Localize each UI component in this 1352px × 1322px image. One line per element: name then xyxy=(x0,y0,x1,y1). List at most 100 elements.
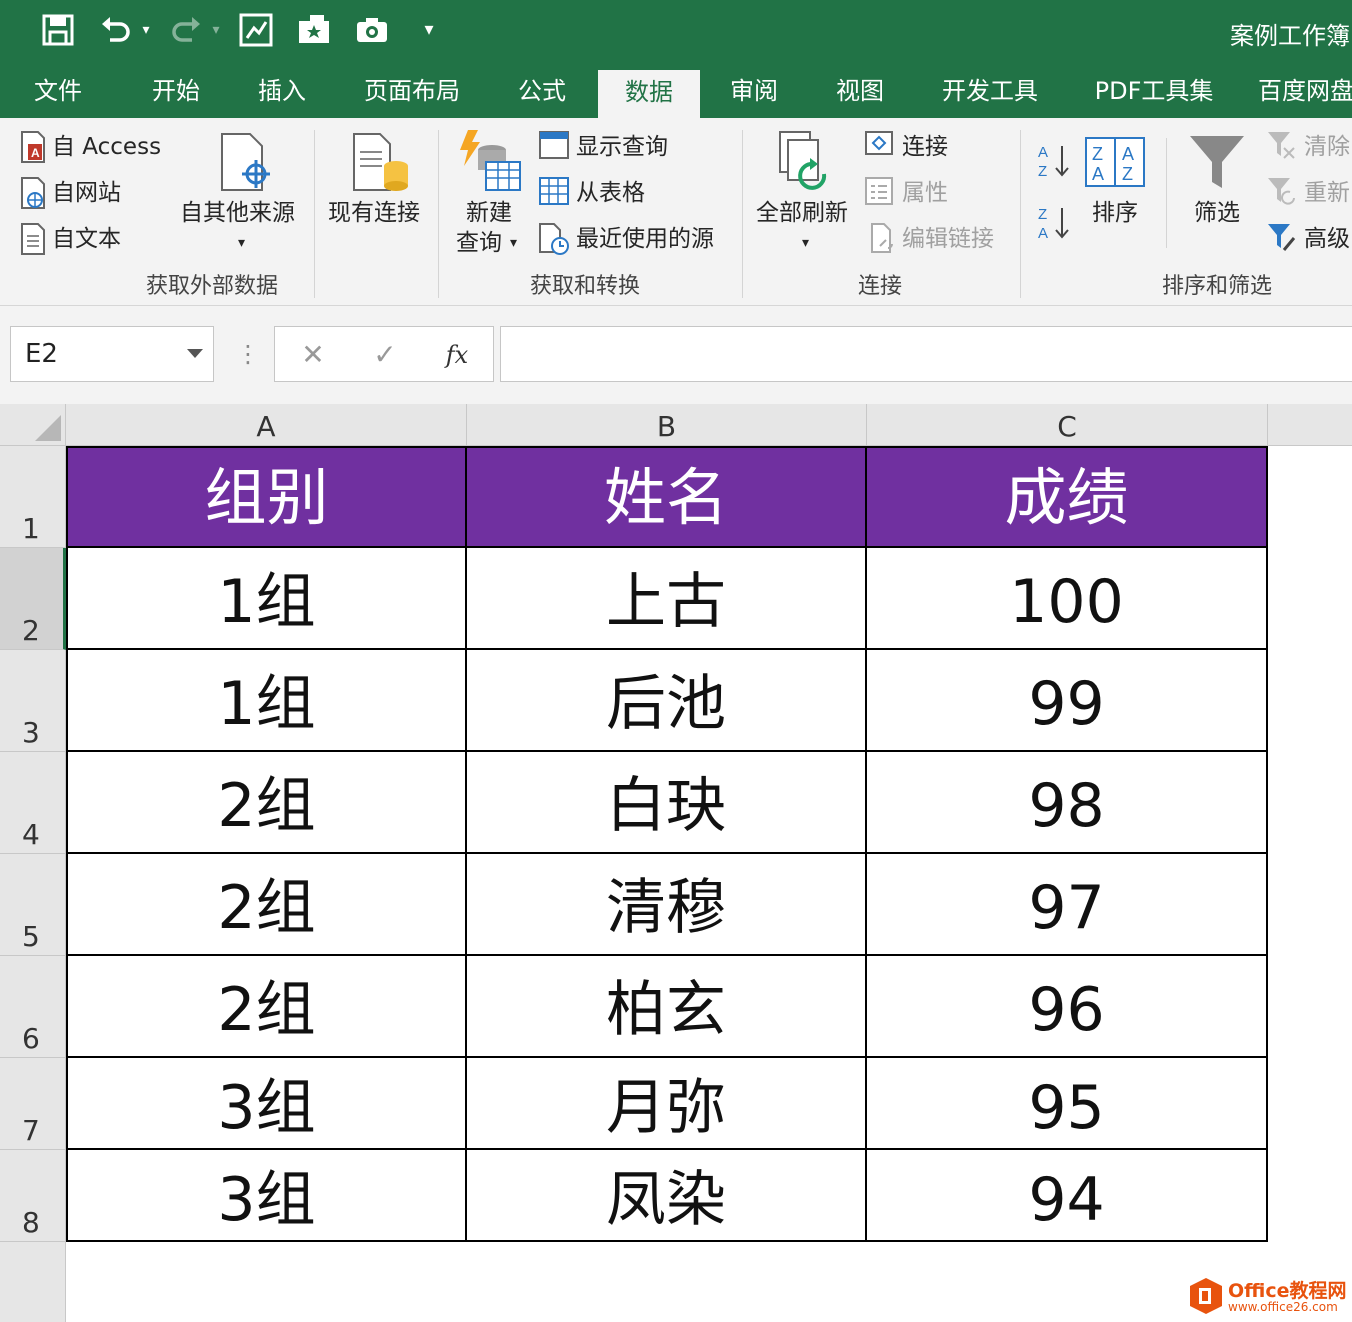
reapply-button[interactable]: 重新 xyxy=(1304,178,1350,208)
cell-a7[interactable]: 3组 xyxy=(68,1058,467,1150)
cell-c8[interactable]: 94 xyxy=(867,1150,1268,1242)
row-header-6[interactable]: 6 xyxy=(0,956,66,1058)
sort-button[interactable]: 排序 xyxy=(1092,198,1138,228)
sort-ascending-icon[interactable]: AZ xyxy=(1036,142,1072,180)
row-header-3[interactable]: 3 xyxy=(0,650,66,752)
from-text-button[interactable]: 自文本 xyxy=(52,224,121,254)
insert-function-icon[interactable]: fx xyxy=(427,327,487,383)
sort-descending-icon[interactable]: ZA xyxy=(1036,204,1072,242)
tab-data[interactable]: 数据 xyxy=(598,70,700,118)
form-icon[interactable] xyxy=(296,12,332,48)
cell-a5[interactable]: 2组 xyxy=(68,854,467,956)
group-label-sort-filter: 排序和筛选 xyxy=(1162,274,1273,299)
customize-qat-icon[interactable]: ▾ xyxy=(418,12,440,48)
row-number: 2 xyxy=(22,614,40,647)
edit-links-button[interactable]: 编辑链接 xyxy=(902,224,994,254)
refresh-all-button[interactable]: 全部刷新 xyxy=(756,198,848,228)
from-access-button[interactable]: 自 Access xyxy=(52,132,161,162)
cell-a2[interactable]: 1组 xyxy=(68,548,467,650)
tab-view[interactable]: 视图 xyxy=(820,64,900,118)
tab-home[interactable]: 开始 xyxy=(136,64,216,118)
cell-c4[interactable]: 98 xyxy=(867,752,1268,854)
cell-a6[interactable]: 2组 xyxy=(68,956,467,1058)
row-header-8[interactable]: 8 xyxy=(0,1150,66,1242)
from-other-sources-button[interactable]: 自其他来源 xyxy=(180,198,295,228)
formula-input[interactable] xyxy=(500,326,1352,382)
column-header-d[interactable] xyxy=(1268,404,1352,446)
column-header-a[interactable]: A xyxy=(66,404,467,446)
name-box[interactable]: E2 xyxy=(10,326,214,382)
properties-button[interactable]: 属性 xyxy=(902,178,948,208)
other-sources-dropdown-icon[interactable]: ▾ xyxy=(238,228,245,258)
clear-filter-button[interactable]: 清除 xyxy=(1304,132,1350,162)
cell-a8[interactable]: 3组 xyxy=(68,1150,467,1242)
enter-icon[interactable]: ✓ xyxy=(355,327,415,383)
row-header-9[interactable] xyxy=(0,1242,66,1322)
refresh-all-dropdown-icon[interactable]: ▾ xyxy=(802,228,809,258)
svg-text:A: A xyxy=(1038,225,1048,242)
redo-dropdown-icon[interactable]: ▾ xyxy=(208,12,224,48)
undo-dropdown-icon[interactable]: ▾ xyxy=(138,12,154,48)
tab-developer[interactable]: 开发工具 xyxy=(930,64,1050,118)
show-queries-button[interactable]: 显示查询 xyxy=(576,132,668,162)
select-all-button[interactable] xyxy=(0,404,66,446)
row-header-5[interactable]: 5 xyxy=(0,854,66,956)
new-query-button[interactable]: 新建 xyxy=(466,198,512,228)
new-query-dropdown-icon[interactable]: ▾ xyxy=(510,228,517,258)
column-header-c[interactable]: C xyxy=(867,404,1268,446)
connections-button[interactable]: 连接 xyxy=(902,132,948,162)
tab-pdf-tools[interactable]: PDF工具集 xyxy=(1082,64,1226,118)
row-header-7[interactable]: 7 xyxy=(0,1058,66,1150)
cell-c7[interactable]: 95 xyxy=(867,1058,1268,1150)
cell-a3[interactable]: 1组 xyxy=(68,650,467,752)
header-cell-group[interactable]: 组别 xyxy=(68,448,467,548)
header-cell-score[interactable]: 成绩 xyxy=(867,448,1268,548)
undo-icon[interactable] xyxy=(98,12,134,48)
cancel-icon[interactable]: ✕ xyxy=(283,327,343,383)
new-query-button-line2[interactable]: 查询 xyxy=(456,228,502,258)
chart-icon[interactable] xyxy=(238,12,274,48)
cell-b3[interactable]: 后池 xyxy=(467,650,867,752)
name-box-dropdown-icon[interactable] xyxy=(187,349,203,358)
save-icon[interactable] xyxy=(40,12,76,48)
name-box-value: E2 xyxy=(25,339,58,369)
cell-b4[interactable]: 白玦 xyxy=(467,752,867,854)
svg-text:A: A xyxy=(1122,144,1134,164)
tab-page-layout[interactable]: 页面布局 xyxy=(352,64,472,118)
row-header-2[interactable]: 2 xyxy=(0,548,66,650)
cell-c5[interactable]: 97 xyxy=(867,854,1268,956)
existing-connections-button[interactable]: 现有连接 xyxy=(328,198,420,228)
tab-formulas[interactable]: 公式 xyxy=(500,64,584,118)
row-header-1[interactable]: 1 xyxy=(0,446,66,548)
cell-a4[interactable]: 2组 xyxy=(68,752,467,854)
cell-b2[interactable]: 上古 xyxy=(467,548,867,650)
cell-b8[interactable]: 凤染 xyxy=(467,1150,867,1242)
row-header-4[interactable]: 4 xyxy=(0,752,66,854)
tab-baidu-pan[interactable]: 百度网盘 xyxy=(1258,64,1352,118)
tab-insert[interactable]: 插入 xyxy=(242,64,322,118)
cell-c3[interactable]: 99 xyxy=(867,650,1268,752)
header-cell-name[interactable]: 姓名 xyxy=(467,448,867,548)
from-table-button[interactable]: 从表格 xyxy=(576,178,645,208)
resize-handle-icon[interactable]: ⋮ xyxy=(236,336,260,372)
advanced-filter-button[interactable]: 高级 xyxy=(1304,224,1350,254)
edit-links-icon xyxy=(871,223,893,253)
redo-icon[interactable] xyxy=(168,12,204,48)
cell-b7[interactable]: 月弥 xyxy=(467,1058,867,1150)
recent-sources-button[interactable]: 最近使用的源 xyxy=(576,224,714,254)
cell-c2[interactable]: 100 xyxy=(867,548,1268,650)
advanced-filter-icon xyxy=(1268,224,1296,251)
tab-file[interactable]: 文件 xyxy=(20,64,96,118)
group-separator xyxy=(1166,138,1167,248)
svg-text:A: A xyxy=(1038,144,1048,161)
svg-text:Z: Z xyxy=(1092,144,1103,164)
from-web-button[interactable]: 自网站 xyxy=(52,178,121,208)
cell-c6[interactable]: 96 xyxy=(867,956,1268,1058)
tab-review[interactable]: 审阅 xyxy=(714,64,794,118)
camera-icon[interactable] xyxy=(354,12,390,48)
filter-button[interactable]: 筛选 xyxy=(1194,198,1240,228)
column-header-b[interactable]: B xyxy=(467,404,867,446)
group-separator xyxy=(742,130,743,298)
cell-b5[interactable]: 清穆 xyxy=(467,854,867,956)
cell-b6[interactable]: 柏玄 xyxy=(467,956,867,1058)
